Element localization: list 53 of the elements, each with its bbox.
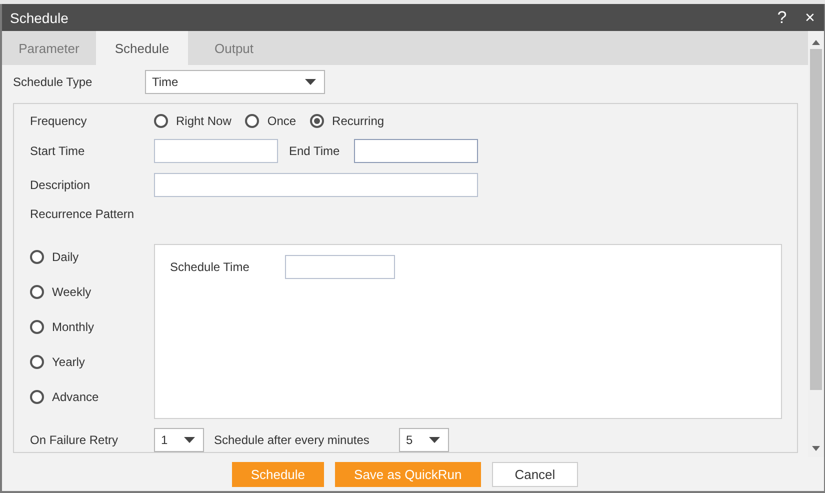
field-label: Start Time [30,144,86,158]
caret-icon [305,79,316,85]
radio-button[interactable] [30,355,44,369]
radio-label: Yearly [52,355,85,369]
radio-label: Recurring [332,114,384,128]
radio-label: Monthly [52,320,94,334]
field-label: Schedule after every minutes [214,433,370,447]
radio-option[interactable]: Advance [30,390,99,404]
radio-button[interactable] [154,114,168,128]
caret-icon [429,437,440,443]
field-label: Schedule Time [170,260,250,274]
input-field[interactable] [154,139,278,163]
scroll-down-icon[interactable] [812,446,820,451]
field-label: Recurrence Pattern [30,207,136,221]
close-button[interactable]: × [796,8,824,28]
radio-label: Right Now [176,114,232,128]
help-button[interactable]: ? [768,8,796,28]
radio-button[interactable] [310,114,324,128]
action-button[interactable]: Cancel [492,462,578,486]
radio-option[interactable]: Daily [30,250,79,264]
radio-option[interactable]: Weekly [30,285,92,299]
field-label: On Failure Retry [30,433,120,447]
radio-label: Daily [52,250,79,264]
dropdown[interactable]: Time [145,70,325,94]
caret-icon [184,437,195,443]
radio-button[interactable] [30,250,44,264]
radio-label: Weekly [52,285,92,299]
input-field[interactable] [154,173,478,197]
window-title: Schedule [10,10,70,26]
dropdown-value: 5 [406,433,413,447]
dropdown-value: Time [152,75,178,89]
radio-button[interactable] [30,320,44,334]
radio-option[interactable]: Recurring [310,114,384,128]
input-field[interactable] [285,255,395,279]
dropdown[interactable]: 5 [399,428,449,452]
dropdown-value: 1 [161,433,168,447]
field-label: Schedule Type [13,75,94,89]
field-label: Frequency [30,114,88,128]
radio-label: Once [267,114,296,128]
radio-option[interactable]: Yearly [30,355,85,369]
field-label: End Time [289,144,341,158]
dropdown[interactable]: 1 [154,428,204,452]
radio-button[interactable] [30,285,44,299]
radio-button[interactable] [30,390,44,404]
radio-option[interactable]: Once [245,114,296,128]
radio-button[interactable] [245,114,260,128]
radio-option[interactable]: Monthly [30,320,94,334]
radio-label: Advance [52,390,99,404]
radio-option[interactable]: Right Now [154,114,232,128]
input-field[interactable] [354,139,478,163]
scroll-up-icon[interactable] [812,40,820,45]
tab[interactable]: Schedule [96,31,188,65]
field-label: Description [30,178,92,192]
